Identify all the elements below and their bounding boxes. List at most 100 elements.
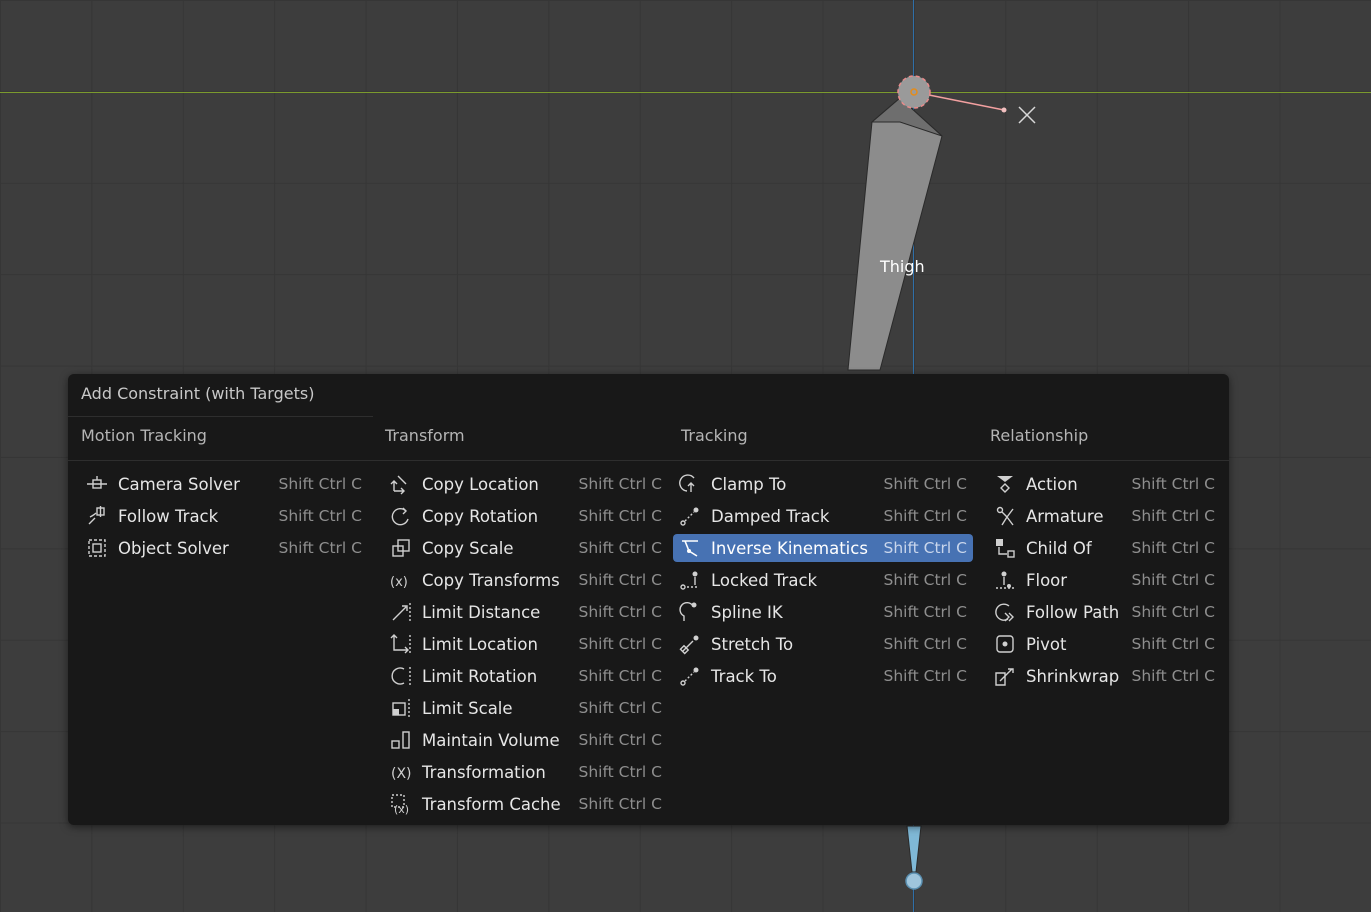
copy-transforms-icon: (x)	[388, 567, 414, 593]
menu-item-limit-rotation[interactable]: Limit Rotation Shift Ctrl C	[384, 662, 668, 690]
menu-item-inverse-kinematics[interactable]: Inverse Kinematics Shift Ctrl C	[673, 534, 973, 562]
menu-item-shortcut: Shift Ctrl C	[883, 507, 968, 525]
spline-ik-icon	[677, 599, 703, 625]
menu-title: Add Constraint (with Targets)	[81, 384, 315, 403]
menu-item-shortcut: Shift Ctrl C	[1131, 507, 1216, 525]
bone-head-joint	[897, 75, 931, 109]
lower-bone	[906, 825, 922, 873]
menu-item-label: Shrinkwrap	[1026, 666, 1120, 686]
menu-item-label: Copy Rotation	[422, 506, 539, 526]
copy-rotation-icon	[388, 503, 414, 529]
menu-item-clamp-to[interactable]: Clamp To Shift Ctrl C	[673, 470, 973, 498]
menu-item-shortcut: Shift Ctrl C	[883, 603, 968, 621]
menu-item-armature[interactable]: Armature Shift Ctrl C	[988, 502, 1221, 530]
menu-item-child-of[interactable]: Child Of Shift Ctrl C	[988, 534, 1221, 562]
menu-item-shortcut: Shift Ctrl C	[578, 571, 663, 589]
menu-item-label: Follow Track	[118, 506, 219, 526]
limit-location-icon	[388, 631, 414, 657]
menu-item-label: Camera Solver	[118, 474, 240, 494]
menu-item-object-solver[interactable]: Object Solver Shift Ctrl C	[80, 534, 368, 562]
maintain-volume-icon	[388, 727, 414, 753]
menu-item-shortcut: Shift Ctrl C	[883, 475, 968, 493]
menu-item-shortcut: Shift Ctrl C	[578, 699, 663, 717]
svg-text:(X): (X)	[391, 766, 412, 782]
menu-item-transform-cache[interactable]: (x) Transform Cache Shift Ctrl C	[384, 790, 668, 818]
menu-item-label: Maintain Volume	[422, 730, 560, 750]
menu-item-locked-track[interactable]: Locked Track Shift Ctrl C	[673, 566, 973, 594]
menu-item-label: Action	[1026, 474, 1078, 494]
damped-track-icon	[677, 503, 703, 529]
menu-item-copy-location[interactable]: Copy Location Shift Ctrl C	[384, 470, 668, 498]
menu-item-copy-transforms[interactable]: (x) Copy Transforms Shift Ctrl C	[384, 566, 668, 594]
add-constraint-menu: Add Constraint (with Targets) Motion Tra…	[68, 374, 1229, 825]
menu-item-limit-location[interactable]: Limit Location Shift Ctrl C	[384, 630, 668, 658]
copy-scale-icon	[388, 535, 414, 561]
menu-item-shortcut: Shift Ctrl C	[1131, 539, 1216, 557]
menu-item-shortcut: Shift Ctrl C	[578, 635, 663, 653]
menu-item-label: Transformation	[422, 762, 546, 782]
menu-item-track-to[interactable]: Track To Shift Ctrl C	[673, 662, 973, 690]
menu-item-pivot[interactable]: Pivot Shift Ctrl C	[988, 630, 1221, 658]
menu-item-label: Damped Track	[711, 506, 830, 526]
menu-item-limit-scale[interactable]: Limit Scale Shift Ctrl C	[384, 694, 668, 722]
menu-item-shortcut: Shift Ctrl C	[578, 603, 663, 621]
menu-item-floor[interactable]: Floor Shift Ctrl C	[988, 566, 1221, 594]
shrinkwrap-icon	[992, 663, 1018, 689]
menu-item-label: Transform Cache	[422, 794, 561, 814]
bone-tail-joint	[905, 872, 923, 890]
bone-name-label: Thigh	[880, 257, 925, 276]
transformation-icon: (X)	[388, 759, 414, 785]
copy-location-icon	[388, 471, 414, 497]
armature-icon	[992, 503, 1018, 529]
menu-item-label: Copy Location	[422, 474, 539, 494]
menu-item-spline-ik[interactable]: Spline IK Shift Ctrl C	[673, 598, 973, 626]
menu-item-maintain-volume[interactable]: Maintain Volume Shift Ctrl C	[384, 726, 668, 754]
menu-item-stretch-to[interactable]: Stretch To Shift Ctrl C	[673, 630, 973, 658]
transform-cache-icon: (x)	[388, 791, 414, 817]
menu-item-shrinkwrap[interactable]: Shrinkwrap Shift Ctrl C	[988, 662, 1221, 690]
menu-item-label: Follow Path	[1026, 602, 1120, 622]
menu-item-label: Limit Location	[422, 634, 538, 654]
menu-item-label: Stretch To	[711, 634, 794, 654]
object-solver-icon	[84, 535, 110, 561]
menu-item-shortcut: Shift Ctrl C	[1131, 475, 1216, 493]
menu-item-shortcut: Shift Ctrl C	[883, 635, 968, 653]
menu-item-shortcut: Shift Ctrl C	[278, 539, 363, 557]
menu-item-shortcut: Shift Ctrl C	[578, 539, 663, 557]
menu-item-camera-solver[interactable]: Camera Solver Shift Ctrl C	[80, 470, 368, 498]
menu-item-damped-track[interactable]: Damped Track Shift Ctrl C	[673, 502, 973, 530]
menu-item-shortcut: Shift Ctrl C	[278, 475, 363, 493]
menu-item-action[interactable]: Action Shift Ctrl C	[988, 470, 1221, 498]
menu-item-shortcut: Shift Ctrl C	[1131, 571, 1216, 589]
floor-icon	[992, 567, 1018, 593]
menu-item-shortcut: Shift Ctrl C	[578, 475, 663, 493]
menu-item-follow-track[interactable]: Follow Track Shift Ctrl C	[80, 502, 368, 530]
pivot-icon	[992, 631, 1018, 657]
menu-item-copy-scale[interactable]: Copy Scale Shift Ctrl C	[384, 534, 668, 562]
menu-item-label: Clamp To	[711, 474, 787, 494]
menu-item-label: Armature	[1026, 506, 1104, 526]
menu-item-label: Limit Scale	[422, 698, 513, 718]
menu-item-shortcut: Shift Ctrl C	[578, 507, 663, 525]
menu-item-shortcut: Shift Ctrl C	[1131, 635, 1216, 653]
menu-item-label: Spline IK	[711, 602, 783, 622]
menu-item-label: Object Solver	[118, 538, 229, 558]
menu-item-limit-distance[interactable]: Limit Distance Shift Ctrl C	[384, 598, 668, 626]
menu-item-copy-rotation[interactable]: Copy Rotation Shift Ctrl C	[384, 502, 668, 530]
x-axis-marker-icon	[1018, 106, 1036, 124]
menu-item-shortcut: Shift Ctrl C	[578, 667, 663, 685]
svg-text:(x): (x)	[390, 575, 408, 590]
heading-separator	[68, 460, 1229, 461]
heading-relationship: Relationship	[990, 426, 1089, 445]
limit-distance-icon	[388, 599, 414, 625]
clamp-to-icon	[677, 471, 703, 497]
thigh-bone	[847, 97, 943, 371]
title-separator	[68, 416, 373, 417]
menu-item-follow-path[interactable]: Follow Path Shift Ctrl C	[988, 598, 1221, 626]
stretch-to-icon	[677, 631, 703, 657]
limit-rotation-icon	[388, 663, 414, 689]
menu-item-transformation[interactable]: (X) Transformation Shift Ctrl C	[384, 758, 668, 786]
menu-item-label: Pivot	[1026, 634, 1067, 654]
menu-item-label: Copy Scale	[422, 538, 514, 558]
menu-item-shortcut: Shift Ctrl C	[1131, 603, 1216, 621]
